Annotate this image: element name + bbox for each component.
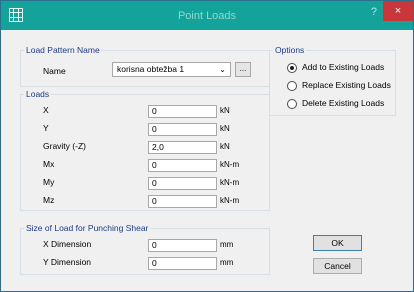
load-pattern-selected: korisna obtežba 1 — [117, 64, 185, 74]
help-button[interactable]: ? — [371, 6, 377, 18]
option-delete-label: Delete Existing Loads — [302, 98, 385, 108]
load-mx-unit: kN-m — [220, 160, 240, 169]
load-x-label: X — [43, 105, 49, 115]
options-group: Options Add to Existing Loads Replace Ex… — [269, 45, 396, 116]
load-my-input[interactable]: 0 — [148, 177, 217, 190]
y-dimension-input[interactable]: 0 — [148, 257, 217, 270]
y-dimension-unit: mm — [220, 258, 234, 267]
load-mx-input[interactable]: 0 — [148, 159, 217, 172]
window-title: Point Loads — [177, 10, 237, 22]
title-bar[interactable]: Point Loads ? × — [1, 1, 413, 30]
close-button[interactable]: × — [383, 1, 413, 21]
x-dimension-unit: mm — [220, 240, 234, 249]
punching-shear-group-title: Size of Load for Punching Shear — [24, 223, 151, 233]
option-delete-radio[interactable]: Delete Existing Loads — [287, 98, 395, 110]
load-y-label: Y — [43, 123, 49, 133]
ok-button[interactable]: OK — [313, 235, 362, 251]
punching-shear-group: Size of Load for Punching Shear X Dimens… — [20, 223, 270, 275]
options-group-title: Options — [273, 45, 307, 55]
load-mz-label: Mz — [43, 195, 55, 205]
dialog-body: Load Pattern Name Name korisna obtežba 1… — [9, 31, 405, 286]
loads-group: Loads X 0 kN Y 0 kN Gravity (-Z) 2,0 kN … — [20, 89, 270, 211]
load-gravity-input[interactable]: 2,0 — [148, 141, 217, 154]
y-dimension-label: Y Dimension — [43, 257, 92, 267]
radio-delete-circle[interactable] — [287, 99, 297, 109]
option-replace-radio[interactable]: Replace Existing Loads — [287, 80, 395, 92]
load-x-unit: kN — [220, 106, 230, 115]
browse-button[interactable]: ... — [235, 62, 251, 77]
point-loads-dialog: Point Loads ? × Load Pattern Name Name k… — [0, 0, 414, 292]
load-pattern-select[interactable]: korisna obtežba 1 ⌄ — [112, 62, 231, 77]
option-replace-label: Replace Existing Loads — [302, 80, 391, 90]
load-y-input[interactable]: 0 — [148, 123, 217, 136]
cancel-button[interactable]: Cancel — [313, 258, 362, 274]
x-dimension-label: X Dimension — [43, 239, 92, 249]
load-my-label: My — [43, 177, 55, 187]
load-my-unit: kN-m — [220, 178, 240, 187]
name-label: Name — [43, 66, 66, 76]
load-x-input[interactable]: 0 — [148, 105, 217, 118]
chevron-down-icon: ⌄ — [219, 65, 226, 74]
option-add-label: Add to Existing Loads — [302, 62, 385, 72]
load-gravity-label: Gravity (-Z) — [43, 141, 86, 151]
load-y-unit: kN — [220, 124, 230, 133]
radio-add-circle[interactable] — [287, 63, 297, 73]
load-pattern-group-title: Load Pattern Name — [24, 45, 102, 55]
load-gravity-unit: kN — [220, 142, 230, 151]
load-mx-label: Mx — [43, 159, 55, 169]
radio-replace-circle[interactable] — [287, 81, 297, 91]
x-dimension-input[interactable]: 0 — [148, 239, 217, 252]
load-mz-unit: kN-m — [220, 196, 240, 205]
load-pattern-group: Load Pattern Name Name korisna obtežba 1… — [20, 45, 270, 87]
loads-group-title: Loads — [24, 89, 52, 99]
load-mz-input[interactable]: 0 — [148, 195, 217, 208]
option-add-radio[interactable]: Add to Existing Loads — [287, 62, 395, 74]
